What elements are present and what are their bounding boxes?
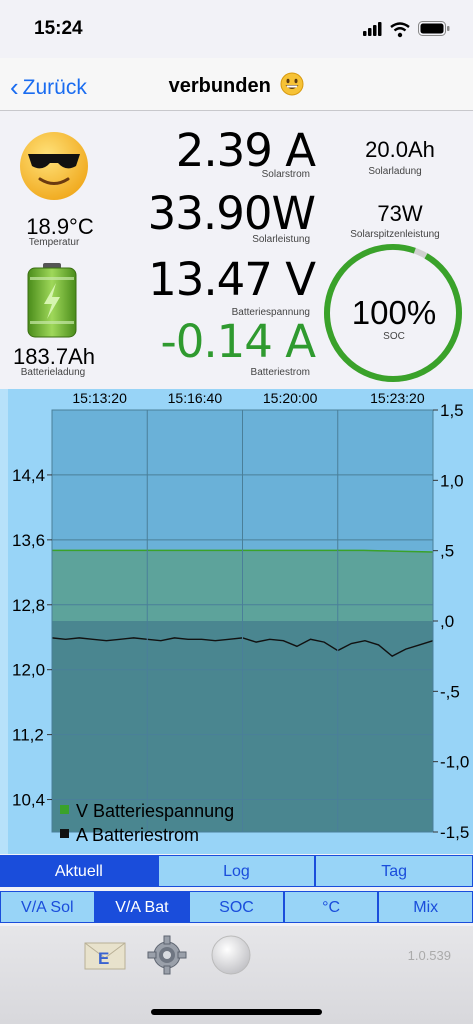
solar-peak-label: Solarspitzenleistung [350,229,440,240]
battery-icon [418,21,450,36]
chart-tab-4[interactable]: Mix [378,891,473,923]
view-tabs: Aktuell Log Tag [0,855,473,889]
status-icons [363,21,450,38]
right-tick-label: -1,5 [440,823,469,842]
solar-peak-value: 73W [377,201,423,226]
right-tick-label: ,0 [440,612,454,631]
chart-tab-2[interactable]: SOC [189,891,284,923]
solar-charge-value: 20.0Ah [365,137,435,162]
signal-icon [363,22,382,36]
chart-tab-3[interactable]: °C [283,891,379,923]
view-tab-1[interactable]: Log [157,855,316,887]
right-axis-ticks: 1,5 1,0 ,5 ,0 -,5 -1,0 -1,5 [433,401,469,842]
view-tab-2[interactable]: Tag [315,855,473,887]
status-time: 15:24 [34,18,83,39]
chart-tabs: V/A Sol V/A Bat SOC °C Mix [0,891,473,925]
view-tab-0[interactable]: Aktuell [0,855,158,887]
page-title: verbunden [168,75,271,97]
x-tick-label: 15:16:40 [168,390,223,406]
soc-label: SOC [383,331,405,342]
nav-title-wrap: verbunden [0,72,473,98]
svg-text:E: E [98,949,109,968]
left-axis-ticks: 14,4 13,6 12,8 12,0 11,2 10,4 [12,466,52,810]
right-tick-label: 1,5 [440,401,464,420]
left-tick-label: 12,0 [12,661,45,680]
sunglasses-face-icon [20,132,88,200]
temperature-label: Temperatur [28,237,80,248]
right-tick-label: -,5 [440,682,460,701]
left-tick-label: 13,6 [12,531,45,550]
solar-power-label: Solarleistung [252,234,310,245]
solar-current-label: Solarstrom [261,169,310,180]
settings-gear-icon[interactable] [147,935,187,975]
plot-area [51,409,434,833]
x-tick-label: 15:13:20 [72,390,127,406]
battery-charging-icon [27,263,77,338]
wifi-icon [390,22,410,38]
left-tick-label: 11,2 [12,726,44,745]
soc-value: 100% [351,294,437,331]
battery-current-value: -0.14 A [160,315,316,368]
status-light-icon[interactable] [210,934,252,976]
left-tick-label: 10,4 [12,791,45,810]
x-tick-label: 15:23:20 [370,390,425,406]
battery-voltage-value: 13.47 V [148,253,316,306]
left-tick-label: 14,4 [12,466,45,485]
x-tick-labels: 15:13:20 15:16:40 15:20:00 15:23:20 [72,390,424,406]
legend-current: A Batteriestrom [76,825,199,845]
solar-charge-label: Solarladung [368,166,422,177]
right-tick-label: 1,0 [440,471,464,490]
email-icon[interactable]: E [84,938,126,972]
legend-swatch-voltage [60,805,69,814]
home-indicator [151,1009,322,1015]
right-tick-label: -1,0 [440,753,469,772]
legend-swatch-current [60,829,69,838]
bottom-toolbar: E 1.0.539 [0,926,473,1024]
version-label: 1.0.539 [407,948,451,963]
legend-voltage: V Batteriespannung [76,801,234,821]
x-tick-label: 15:20:00 [263,390,318,406]
grinning-face-icon [280,72,304,96]
chart-tab-0[interactable]: V/A Sol [0,891,95,923]
battery-chart[interactable]: 15:13:20 15:16:40 15:20:00 15:23:20 14,4 13,… [0,389,473,854]
navigation-bar: ‹ Zurück verbunden [0,58,473,111]
solar-power-value: 33.90W [147,187,316,240]
metrics-panel: 18.9°C Temperatur 183.7Ah Batterieladung… [0,111,473,389]
chart-tab-1[interactable]: V/A Bat [94,891,190,923]
battery-charge-label: Batterieladung [20,367,86,378]
right-tick-label: ,5 [440,542,454,561]
left-tick-label: 12,8 [12,596,45,615]
battery-current-label: Batteriestrom [250,367,310,378]
